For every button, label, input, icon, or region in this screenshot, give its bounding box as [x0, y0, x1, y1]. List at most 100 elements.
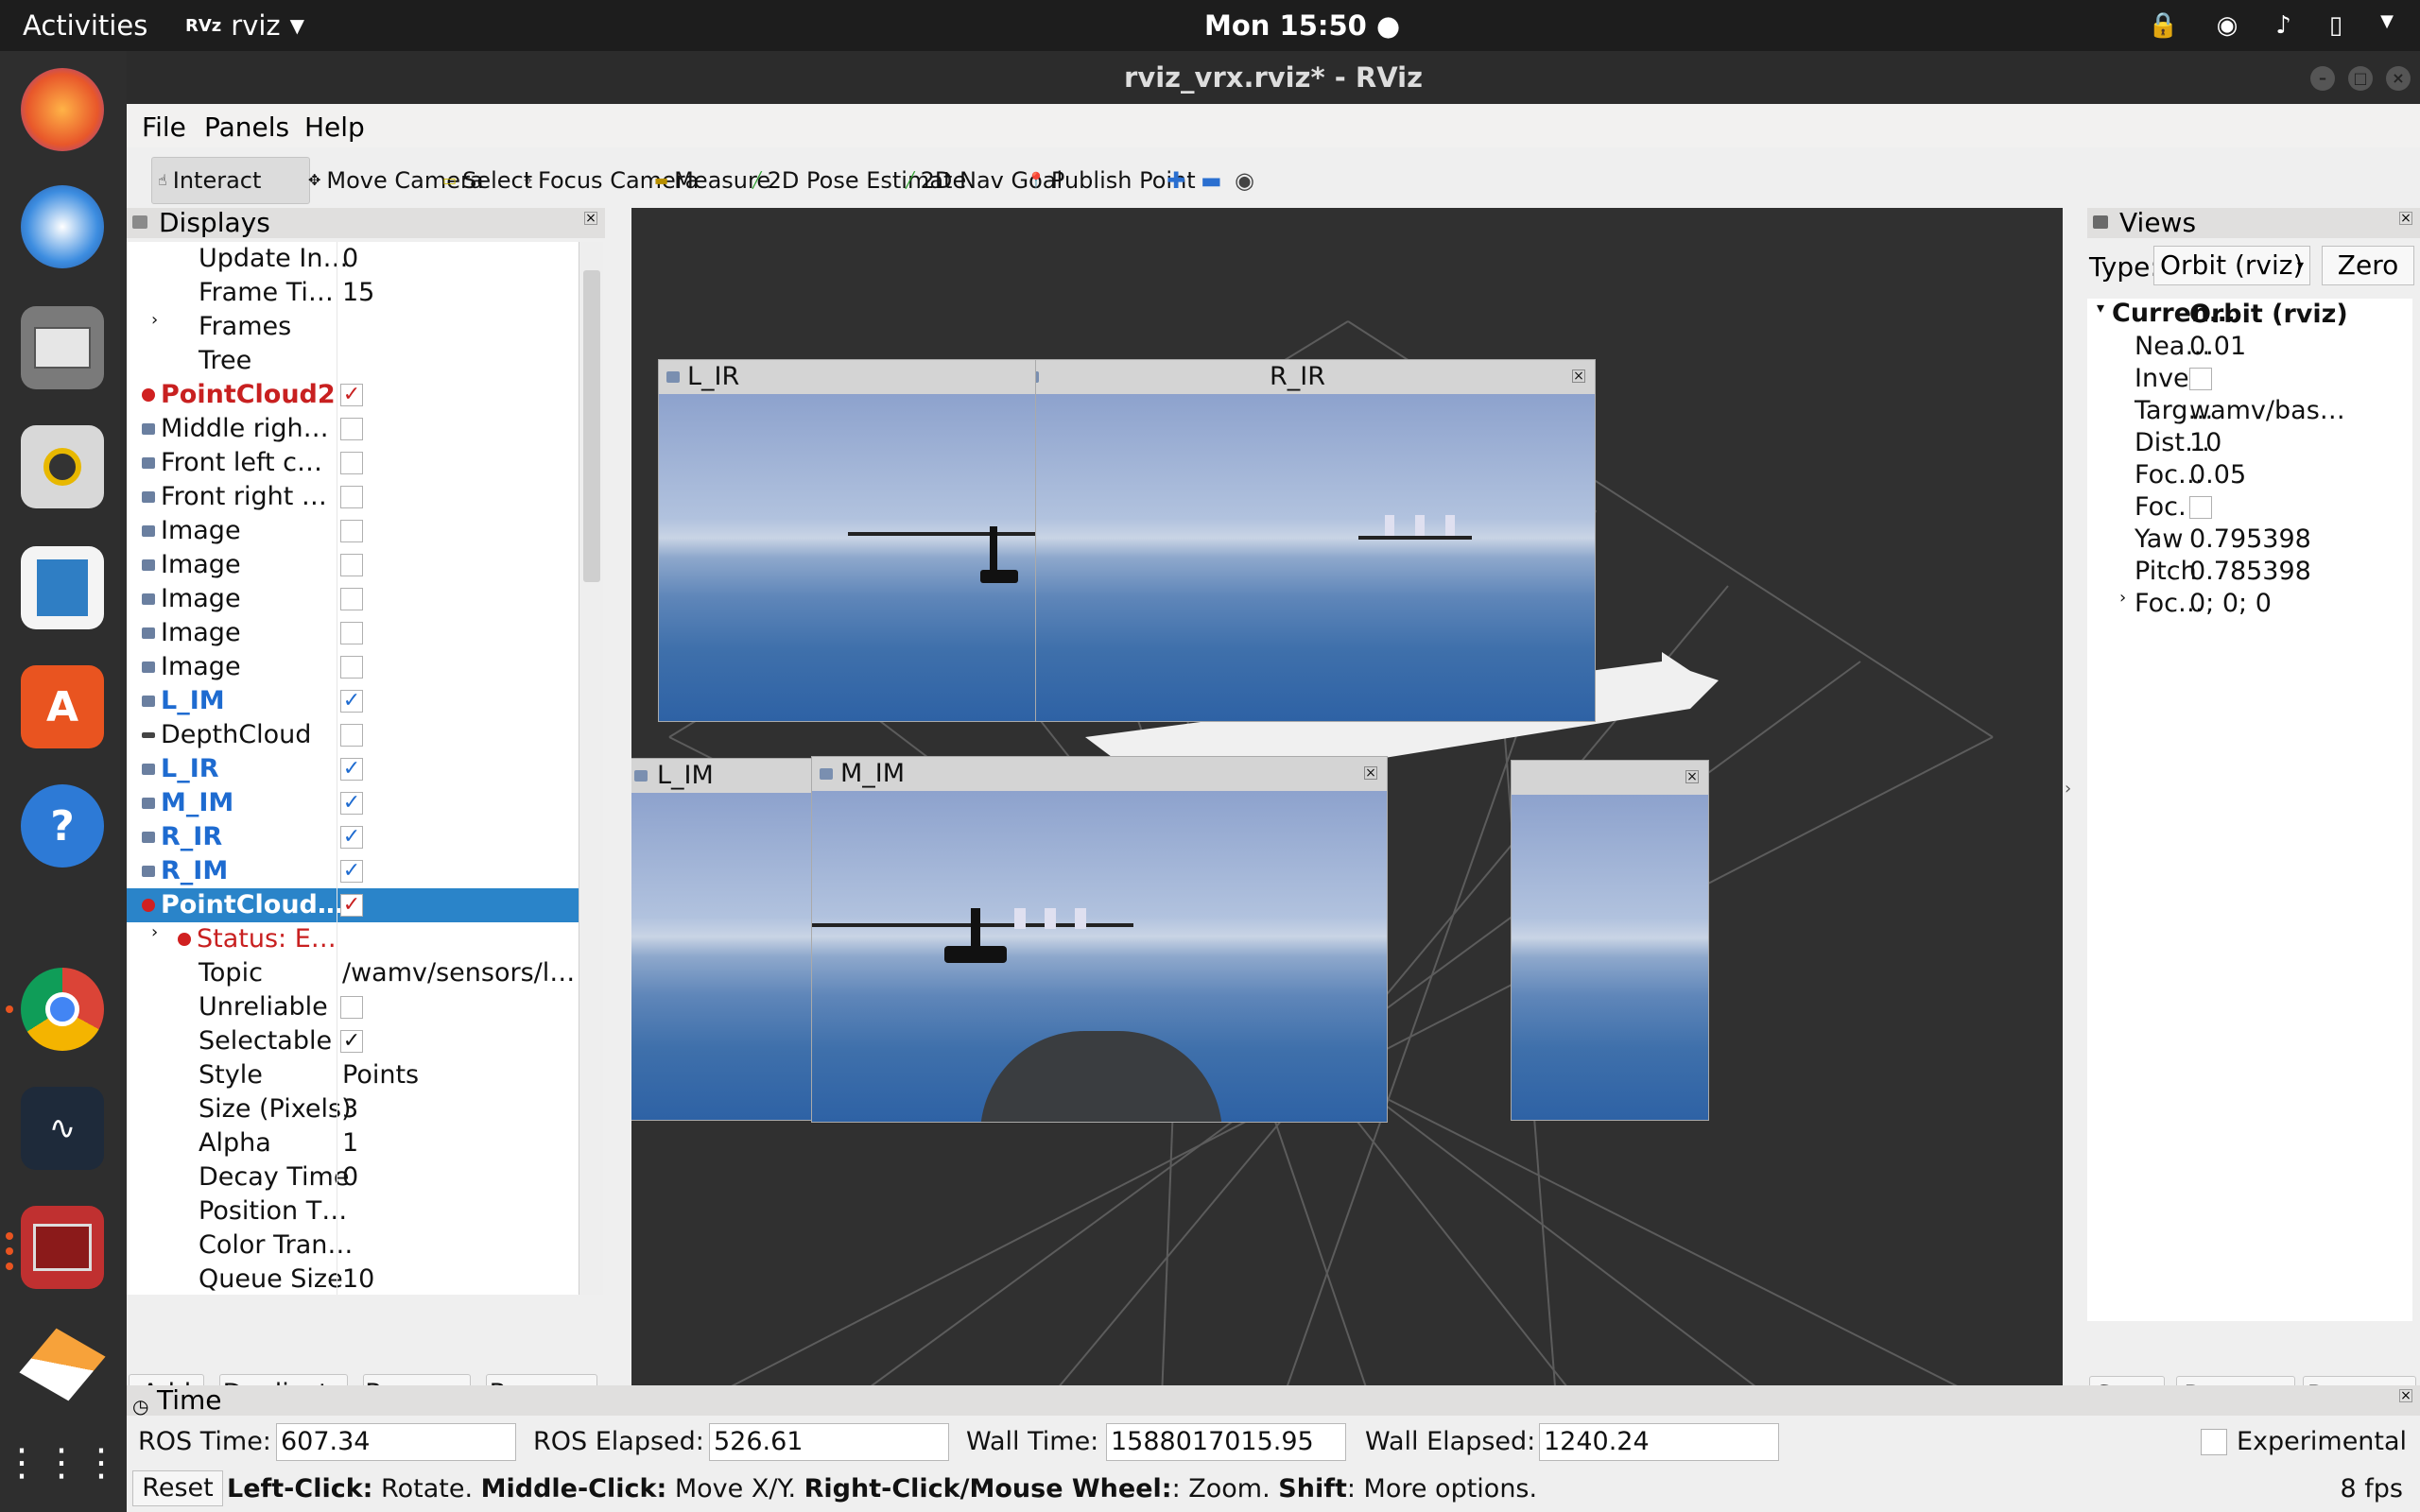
view-property-row[interactable]: › Foc… 0; 0; 0 — [2087, 588, 2412, 620]
show-applications-icon[interactable]: ⋮⋮⋮ — [3, 1421, 120, 1504]
expand-arrow-icon[interactable]: ▾ — [2097, 299, 2104, 317]
chrome-icon[interactable] — [21, 968, 104, 1051]
tree-row[interactable]: Queue Size 10 — [127, 1263, 579, 1295]
writer-icon[interactable] — [21, 546, 104, 629]
tree-row[interactable]: Tree — [127, 344, 579, 378]
property-value[interactable]: wamv/bas… — [2189, 396, 2345, 425]
tree-row[interactable]: Update In… 0 — [127, 242, 579, 276]
close-icon[interactable]: × — [1364, 766, 1377, 780]
view-property-row[interactable]: Targ… wamv/bas… — [2087, 395, 2412, 427]
enable-checkbox[interactable] — [340, 622, 363, 644]
tree-row[interactable]: Frame Ti… 15 — [127, 276, 579, 310]
tree-row[interactable]: Position T… — [127, 1194, 579, 1228]
image-window-r-im[interactable]: × — [1511, 760, 1709, 1121]
display-item-pointcloud2[interactable]: PointCloud2 ✓ — [127, 378, 579, 412]
close-icon[interactable]: × — [2399, 1389, 2412, 1402]
displays-title-bar[interactable]: Displays × — [127, 208, 605, 238]
property-value[interactable]: 15 — [342, 278, 374, 307]
image-window-header[interactable]: R_IR × — [1018, 360, 1595, 394]
display-item-m-im[interactable]: M_IM ✓ — [127, 786, 579, 820]
property-value[interactable]: 3 — [342, 1094, 358, 1124]
displays-tree[interactable]: Update In… 0 Frame Ti… 15 › Frames Tree Poi… — [127, 242, 579, 1295]
enable-checkbox[interactable]: ✓ — [340, 384, 363, 406]
tree-row[interactable]: › Frames — [127, 310, 579, 344]
image-window-header[interactable]: M_IM × — [812, 757, 1387, 791]
display-item[interactable]: Image — [127, 650, 579, 684]
property-value[interactable]: 10 — [2189, 428, 2221, 457]
system-monitor-icon[interactable]: ∿ — [21, 1087, 104, 1170]
view-property-row[interactable]: Yaw 0.795398 — [2087, 524, 2412, 556]
add-tool-button[interactable]: ✚ — [1167, 157, 1185, 204]
display-item[interactable]: Front left c… — [127, 446, 579, 480]
image-window-header[interactable]: × — [1512, 761, 1708, 795]
app-menu[interactable]: RVz rviz ▼ — [185, 9, 304, 42]
property-value[interactable]: /wamv/sensors/l… — [342, 958, 575, 988]
time-title-bar[interactable]: ◷ Time × — [127, 1385, 2420, 1418]
property-value[interactable]: 10 — [342, 1264, 374, 1294]
maximize-button[interactable]: □ — [2348, 66, 2373, 91]
display-item[interactable]: Image — [127, 548, 579, 582]
ros-time-field[interactable]: 607.34 — [276, 1423, 516, 1461]
enable-checkbox[interactable] — [340, 656, 363, 679]
close-icon[interactable]: × — [2399, 212, 2412, 225]
views-title-bar[interactable]: Views × — [2087, 208, 2420, 238]
image-window-l-ir[interactable]: L_IR — [658, 359, 1036, 722]
tree-row[interactable]: Decay Time 0 — [127, 1160, 579, 1194]
current-view-row[interactable]: ▾ Curren… Orbit (rviz) — [2087, 299, 2412, 331]
tree-row[interactable]: Color Tran… — [127, 1228, 579, 1263]
enable-checkbox[interactable]: ✓ — [340, 792, 363, 815]
image-window-r-ir[interactable]: R_IR × — [1017, 359, 1596, 722]
select-tool[interactable]: ▭ Select — [442, 157, 532, 204]
enable-checkbox[interactable]: ✓ — [340, 826, 363, 849]
invert-checkbox[interactable] — [2189, 368, 2212, 390]
display-item[interactable]: Image — [127, 616, 579, 650]
software-center-icon[interactable]: A — [21, 665, 104, 748]
close-icon[interactable]: × — [584, 212, 597, 225]
enable-checkbox[interactable] — [340, 486, 363, 508]
expand-arrow-icon[interactable]: › — [151, 922, 158, 942]
view-property-row[interactable]: Dist… 10 — [2087, 427, 2412, 459]
display-item[interactable]: DepthCloud — [127, 718, 579, 752]
image-window-header[interactable]: L_IM — [631, 759, 838, 793]
views-tree[interactable]: ▾ Curren… Orbit (rviz) Nea… 0.01 Inve… Targ… — [2087, 299, 2412, 1321]
tree-row[interactable]: Style Points — [127, 1058, 579, 1092]
enable-checkbox[interactable]: ✓ — [340, 758, 363, 781]
property-value[interactable]: 0 — [342, 1162, 358, 1192]
view-type-select[interactable]: Orbit (rviz) ▾ — [2153, 246, 2310, 285]
expand-arrow-icon[interactable]: › — [2119, 588, 2126, 608]
tree-row[interactable]: Selectable ✓ — [127, 1024, 579, 1058]
display-item[interactable]: Middle righ… — [127, 412, 579, 446]
unreliable-checkbox[interactable] — [340, 996, 363, 1019]
remove-tool-button[interactable]: ▬ — [1201, 157, 1222, 204]
view-property-row[interactable]: Nea… 0.01 — [2087, 331, 2412, 363]
enable-checkbox[interactable] — [340, 588, 363, 610]
property-value[interactable]: 0 — [342, 244, 358, 273]
property-value[interactable]: 0.01 — [2189, 332, 2246, 361]
scrollbar-thumb[interactable] — [583, 270, 600, 582]
expand-arrow-icon[interactable]: › — [151, 310, 158, 330]
activities-button[interactable]: Activities — [23, 9, 147, 42]
menu-panels[interactable]: Panels — [204, 112, 289, 143]
close-icon[interactable]: × — [1572, 369, 1585, 383]
view-property-row[interactable]: Foc… 0.05 — [2087, 459, 2412, 491]
zero-button[interactable]: Zero — [2322, 246, 2414, 285]
tree-row[interactable]: Alpha 1 — [127, 1126, 579, 1160]
enable-checkbox[interactable] — [340, 554, 363, 576]
close-icon[interactable]: × — [1685, 770, 1699, 783]
minimize-button[interactable]: – — [2310, 66, 2335, 91]
tree-row[interactable]: Unreliable — [127, 990, 579, 1024]
property-value[interactable]: 0.795398 — [2189, 524, 2311, 554]
ros-elapsed-field[interactable]: 526.61 — [709, 1423, 949, 1461]
tree-row-status[interactable]: › Status: E… — [127, 922, 579, 956]
property-value[interactable]: Points — [342, 1060, 419, 1090]
display-item-r-im[interactable]: R_IM ✓ — [127, 854, 579, 888]
enable-checkbox[interactable]: ✓ — [340, 690, 363, 713]
enable-checkbox[interactable] — [340, 452, 363, 474]
focal-checkbox[interactable] — [2189, 496, 2212, 519]
interact-tool[interactable]: ☝ Interact — [151, 157, 310, 204]
view-property-row[interactable]: Pitch 0.785398 — [2087, 556, 2412, 588]
menu-help[interactable]: Help — [304, 112, 365, 143]
image-window-m-im[interactable]: M_IM × — [811, 756, 1388, 1123]
display-item[interactable]: Front right … — [127, 480, 579, 514]
display-item-l-im[interactable]: L_IM ✓ — [127, 684, 579, 718]
